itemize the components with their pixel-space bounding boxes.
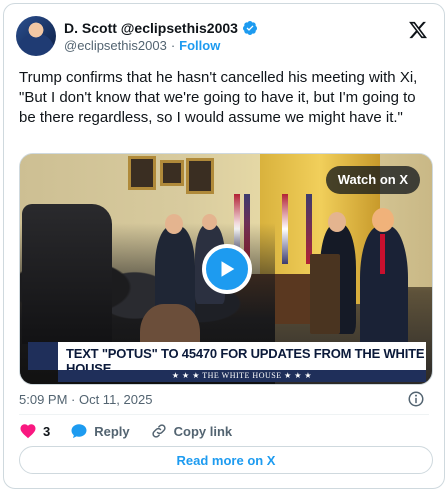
- reply-button[interactable]: Reply: [70, 422, 130, 440]
- chyron-subtitle: ★ ★ ★ THE WHITE HOUSE ★ ★ ★: [58, 370, 426, 382]
- tweet-header: D. Scott @eclipsethis2003 @eclipsethis20…: [16, 16, 432, 60]
- watch-on-x-button[interactable]: Watch on X: [325, 166, 420, 194]
- read-more-button[interactable]: Read more on X: [19, 446, 433, 474]
- person-head: [165, 214, 183, 234]
- like-button[interactable]: 3: [19, 422, 50, 440]
- tweet-card: D. Scott @eclipsethis2003 @eclipsethis20…: [3, 3, 445, 489]
- person-head: [328, 212, 346, 232]
- author-avatar[interactable]: [16, 16, 56, 56]
- camera-operator: [22, 204, 112, 344]
- heart-icon: [20, 424, 36, 439]
- reply-bubble-icon: [71, 424, 87, 439]
- separator-dot: ·: [170, 38, 176, 53]
- author-name-row: D. Scott @eclipsethis2003: [64, 19, 258, 37]
- author-display-name[interactable]: D. Scott @eclipsethis2003: [64, 19, 238, 37]
- portrait-painting: [186, 158, 214, 194]
- divider: [19, 414, 429, 415]
- flag: [282, 194, 288, 264]
- follow-button[interactable]: Follow: [179, 38, 220, 53]
- copy-link-button[interactable]: Copy link: [150, 422, 233, 440]
- portrait-painting: [128, 156, 156, 190]
- link-icon: [152, 424, 166, 438]
- action-bar: 3 Reply Copy link: [19, 420, 252, 442]
- portrait-painting: [160, 160, 184, 186]
- reply-label: Reply: [94, 423, 130, 439]
- copy-link-label: Copy link: [173, 423, 233, 439]
- author-handle-row: @eclipsethis2003 · Follow: [64, 38, 220, 53]
- play-button[interactable]: [202, 244, 252, 294]
- red-tie: [380, 234, 385, 274]
- play-icon: [221, 261, 235, 277]
- person-head: [202, 214, 217, 230]
- tweet-timestamp[interactable]: 5:09 PM · Oct 11, 2025: [19, 392, 152, 407]
- info-icon[interactable]: [407, 390, 425, 408]
- like-count: 3: [43, 423, 51, 439]
- tweet-text: Trump confirms that he hasn't cancelled …: [19, 69, 422, 126]
- x-logo-icon[interactable]: [408, 20, 428, 40]
- news-chyron: TEXT "POTUS" TO 45470 FOR UPDATES FROM T…: [28, 342, 426, 376]
- podium: [310, 254, 340, 334]
- speaker-head: [372, 208, 394, 232]
- video-media[interactable]: Watch on X TEXT "POTUS" TO 45470 FOR UPD…: [19, 153, 433, 385]
- verified-badge-icon: [242, 21, 257, 35]
- author-handle[interactable]: @eclipsethis2003: [64, 38, 167, 53]
